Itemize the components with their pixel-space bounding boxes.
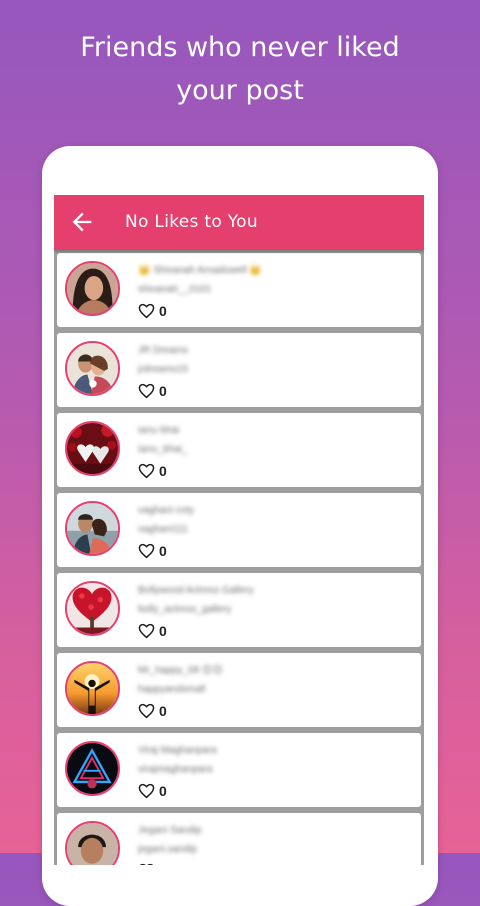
user-name: Ianu bhai	[138, 425, 180, 436]
like-count: 0	[159, 703, 167, 719]
list-item[interactable]: Bollywood Actress Gallery bolly_actress_…	[57, 573, 421, 647]
list-item[interactable]: Jegani Sandip jegani.sandip 0	[57, 813, 421, 865]
user-name: Bollywood Actress Gallery	[138, 585, 254, 596]
list-item[interactable]: vaghani coty vaghani111 0	[57, 493, 421, 567]
likes-row: 0	[138, 702, 167, 720]
like-count: 0	[159, 863, 167, 865]
sunset-silhouette-avatar	[67, 663, 118, 714]
promo-headline-line1: Friends who never liked	[80, 32, 400, 63]
list-item[interactable]: Viraj Maghanpara virajmaghanpara 0	[57, 733, 421, 807]
user-handle: shivanah__0101	[138, 284, 212, 295]
woman-portrait-avatar	[67, 263, 118, 314]
list-item[interactable]: Ianu bhai Ianu_bhai_ 0	[57, 413, 421, 487]
likes-row: 0	[138, 542, 167, 560]
heart-icon	[138, 543, 155, 559]
user-handle: happyandsmall	[138, 684, 206, 695]
like-count: 0	[159, 783, 167, 799]
likes-row: 0	[138, 462, 167, 480]
heart-icon	[138, 783, 155, 799]
user-name: Viraj Maghanpara	[138, 745, 217, 756]
user-handle: vaghani111	[138, 524, 189, 535]
avatar	[65, 741, 120, 796]
avatar	[65, 341, 120, 396]
promo-headline: Friends who never liked your post	[0, 26, 480, 112]
user-name: JR Dreams	[138, 345, 189, 356]
user-name: vaghani coty	[138, 505, 195, 516]
user-handle: bolly_actress_gallery	[138, 604, 232, 615]
user-handle: virajmaghanpara	[138, 764, 213, 775]
neon-logo-avatar	[67, 743, 118, 794]
love-hearts-avatar	[67, 423, 118, 474]
like-count: 0	[159, 383, 167, 399]
user-name: Jegani Sandip	[138, 825, 202, 836]
heart-tree-avatar	[67, 583, 118, 634]
app-bar: No Likes to You	[54, 195, 424, 250]
promo-headline-line2: your post	[176, 75, 304, 106]
likes-row: 0	[138, 622, 167, 640]
like-count: 0	[159, 543, 167, 559]
like-count: 0	[159, 623, 167, 639]
likes-row: 0	[138, 382, 167, 400]
heart-icon	[138, 303, 155, 319]
like-count: 0	[159, 303, 167, 319]
back-button[interactable]	[68, 208, 96, 236]
user-name: Mr_happy_08 😊😊	[138, 665, 223, 676]
arrow-left-icon	[72, 212, 92, 232]
avatar	[65, 581, 120, 636]
heart-icon	[138, 703, 155, 719]
likes-row: 0	[138, 782, 167, 800]
user-handle: jegani.sandip	[138, 844, 197, 855]
man-portrait-avatar	[67, 823, 118, 865]
avatar	[65, 501, 120, 556]
avatar	[65, 821, 120, 865]
heart-icon	[138, 623, 155, 639]
likes-row: 0	[138, 862, 167, 865]
couple-photo-avatar	[67, 343, 118, 394]
heart-icon	[138, 463, 155, 479]
user-name: 👑 Shivanah Arnadowell 👑	[138, 265, 262, 276]
couple-selfie-avatar	[67, 503, 118, 554]
avatar	[65, 421, 120, 476]
list-item[interactable]: Mr_happy_08 😊😊 happyandsmall 0	[57, 653, 421, 727]
page-title: No Likes to You	[125, 212, 258, 232]
likes-row: 0	[138, 302, 167, 320]
app-screen: No Likes to You 👑 Shivanah Arnadowell 👑 …	[54, 195, 424, 865]
avatar	[65, 261, 120, 316]
user-handle: Ianu_bhai_	[138, 444, 188, 455]
user-handle: jrdreams15	[138, 364, 189, 375]
heart-icon	[138, 383, 155, 399]
list-item[interactable]: 👑 Shivanah Arnadowell 👑 shivanah__0101 0	[57, 253, 421, 327]
like-count: 0	[159, 463, 167, 479]
list-item[interactable]: JR Dreams jrdreams15 0	[57, 333, 421, 407]
heart-icon	[139, 863, 154, 865]
avatar	[65, 661, 120, 716]
